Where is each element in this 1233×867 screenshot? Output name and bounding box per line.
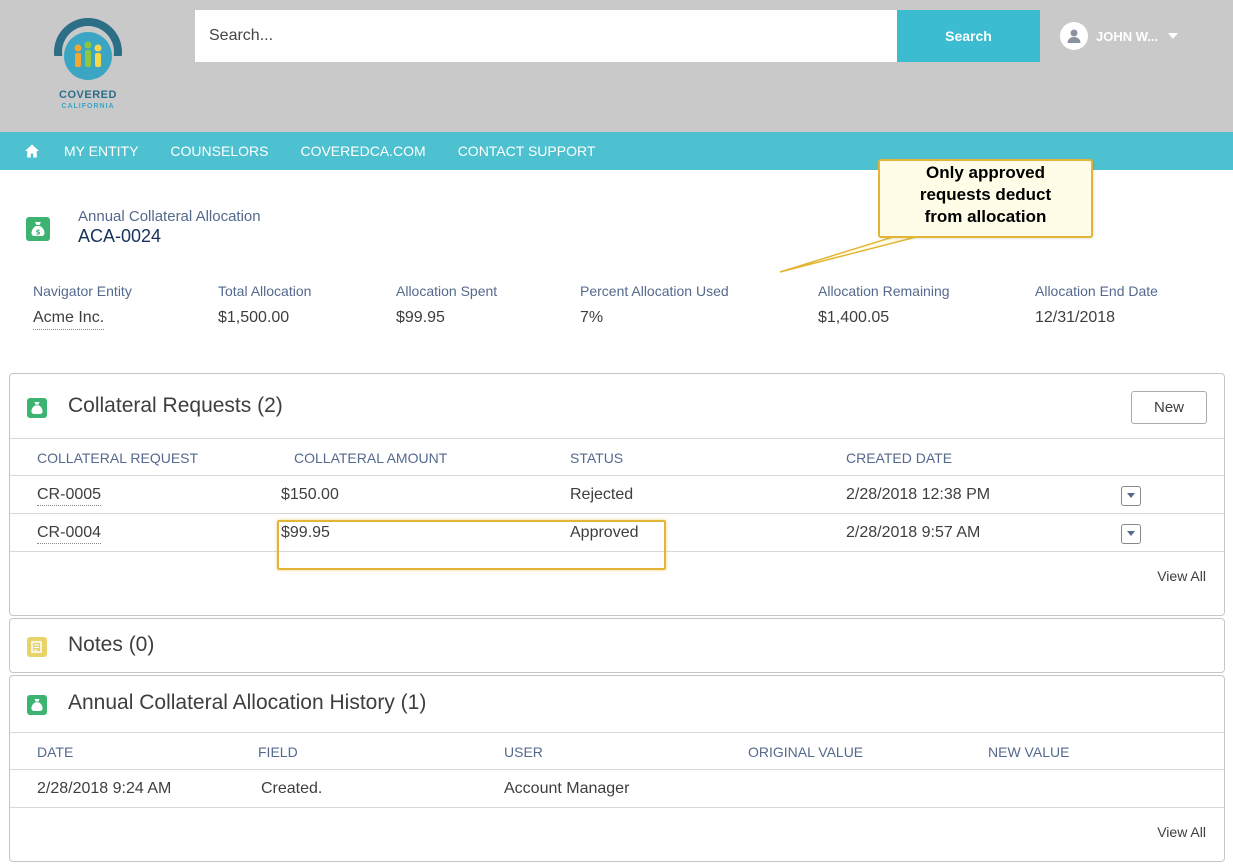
column-header: USER [504, 744, 543, 760]
note-icon [27, 637, 47, 657]
column-header[interactable]: COLLATERAL REQUEST [37, 450, 198, 466]
new-button[interactable]: New [1131, 391, 1207, 424]
request-link[interactable]: CR-0004 [37, 524, 102, 544]
field-label: Navigator Entity [33, 283, 132, 299]
logo-mark-icon [54, 18, 122, 90]
callout-line1: Only approved [925, 163, 1046, 182]
row-menu-chevron-down-icon[interactable] [1121, 524, 1141, 544]
view-all-link[interactable]: View All [1157, 568, 1206, 584]
date-cell: 2/28/2018 9:57 AM [846, 524, 981, 541]
field-percent-used: Percent Allocation Used 7% [580, 283, 729, 327]
field-value: $1,400.05 [818, 309, 890, 326]
user-name: JOHN W... [1096, 28, 1159, 44]
field-value: $1,500.00 [218, 309, 290, 326]
field-value: 7% [580, 309, 604, 326]
table-header: DATE FIELD USER ORIGINAL VALUE NEW VALUE [10, 732, 1224, 770]
field-navigator-entity: Navigator Entity Acme Inc. [33, 283, 132, 330]
amount-cell: $99.95 [281, 524, 330, 541]
callout-line3: from allocation [924, 207, 1047, 226]
card-header: Annual Collateral Allocation History (1) [10, 676, 1224, 732]
user-avatar-icon [1060, 22, 1088, 50]
nav-coveredca[interactable]: COVEREDCA.COM [300, 143, 425, 159]
column-header: ORIGINAL VALUE [748, 744, 864, 760]
user-cell: Account Manager [504, 780, 630, 797]
logo-line2: CALIFORNIA [61, 103, 115, 110]
field-value: $99.95 [396, 309, 445, 326]
field-value-link[interactable]: Acme Inc. [33, 309, 105, 330]
field-label: Total Allocation [218, 283, 312, 299]
money-bag-icon [27, 398, 47, 418]
search-button[interactable]: Search [897, 10, 1040, 62]
date-cell: 2/28/2018 9:24 AM [37, 780, 172, 797]
column-header[interactable]: COLLATERAL AMOUNT [294, 450, 447, 466]
status-cell: Approved [570, 524, 639, 541]
row-menu-chevron-down-icon[interactable] [1121, 486, 1141, 506]
card-header: Collateral Requests (2) New [10, 374, 1224, 438]
column-header: FIELD [258, 744, 298, 760]
field-total-allocation: Total Allocation $1,500.00 [218, 283, 311, 327]
site-header: COVERED CALIFORNIA Search JOHN W... [0, 0, 1233, 132]
logo-text: COVERED CALIFORNIA [48, 90, 128, 112]
table-row: 2/28/2018 9:24 AM Created. Account Manag… [10, 770, 1224, 808]
home-icon[interactable] [24, 143, 40, 159]
card-title[interactable]: Collateral Requests (2) [68, 394, 283, 418]
svg-text:$: $ [36, 229, 41, 237]
field-value: 12/31/2018 [1035, 309, 1116, 326]
field-label: Percent Allocation Used [580, 283, 729, 299]
allocation-history-card: Annual Collateral Allocation History (1)… [9, 675, 1225, 862]
money-bag-icon [27, 695, 47, 715]
record-type-label: Annual Collateral Allocation [78, 208, 261, 225]
view-all-link[interactable]: View All [1157, 824, 1206, 840]
user-menu[interactable]: JOHN W... [1060, 21, 1179, 51]
annotation-callout: Only approved requests deduct from alloc… [878, 159, 1093, 238]
column-header[interactable]: STATUS [570, 450, 623, 466]
record-name: ACA-0024 [78, 226, 162, 246]
nav-contact-support[interactable]: CONTACT SUPPORT [458, 143, 596, 159]
card-title[interactable]: Notes (0) [68, 633, 154, 657]
date-cell: 2/28/2018 12:38 PM [846, 486, 991, 503]
table-header: COLLATERAL REQUEST COLLATERAL AMOUNT STA… [10, 438, 1224, 476]
column-header: DATE [37, 744, 74, 760]
money-bag-icon: $ [26, 217, 50, 241]
field-end-date: Allocation End Date 12/31/2018 [1035, 283, 1158, 327]
notes-card: Notes (0) [9, 618, 1225, 673]
search-input[interactable] [195, 10, 897, 62]
field-allocation-remaining: Allocation Remaining $1,400.05 [818, 283, 950, 327]
view-all-footer: View All [10, 552, 1224, 599]
column-header[interactable]: CREATED DATE [846, 450, 952, 466]
covered-california-logo[interactable]: COVERED CALIFORNIA [48, 12, 128, 124]
nav-my-entity[interactable]: MY ENTITY [64, 143, 138, 159]
field-label: Allocation End Date [1035, 283, 1158, 299]
status-cell: Rejected [570, 486, 634, 503]
column-header: NEW VALUE [988, 744, 1070, 760]
card-title[interactable]: Annual Collateral Allocation History (1) [68, 691, 426, 715]
logo-line1: COVERED [59, 89, 117, 101]
field-allocation-spent: Allocation Spent $99.95 [396, 283, 497, 327]
callout-line2: requests deduct [919, 185, 1052, 204]
field-label: Allocation Spent [396, 283, 498, 299]
collateral-requests-card: Collateral Requests (2) New COLLATERAL R… [9, 373, 1225, 616]
table-row: CR-0004 $99.95 Approved 2/28/2018 9:57 A… [10, 514, 1224, 552]
field-cell: Created. [261, 780, 323, 797]
nav-counselors[interactable]: COUNSELORS [170, 143, 268, 159]
request-link[interactable]: CR-0005 [37, 486, 102, 506]
amount-cell: $150.00 [281, 486, 339, 503]
view-all-footer: View All [10, 808, 1224, 855]
table-row: CR-0005 $150.00 Rejected 2/28/2018 12:38… [10, 476, 1224, 514]
chevron-down-icon [1168, 33, 1179, 39]
field-label: Allocation Remaining [818, 283, 950, 299]
